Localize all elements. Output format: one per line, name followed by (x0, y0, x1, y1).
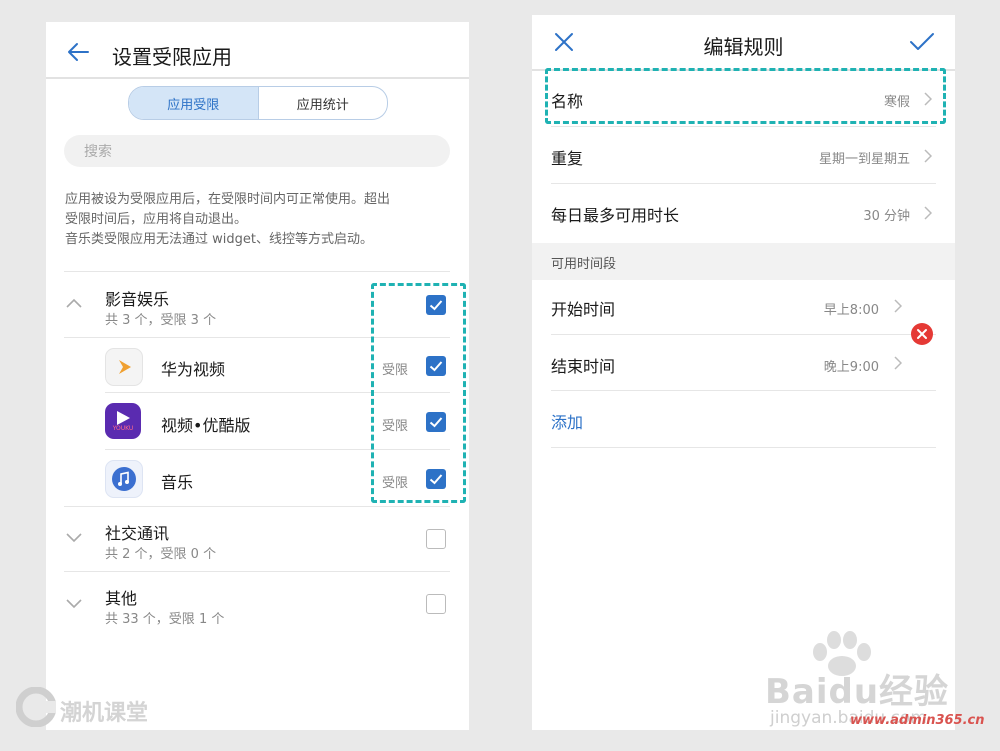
page-title: 编辑规则 (703, 35, 784, 59)
start-time-value: 早上8:00 (823, 303, 879, 318)
tab-switch: 应用受限 应用统计 (128, 86, 388, 120)
chevron-down-icon[interactable] (66, 599, 82, 609)
description-line-2: 受限时间后，应用将自动退出。 (65, 212, 248, 227)
chevron-down-icon[interactable] (66, 533, 82, 543)
divider (551, 390, 936, 391)
tab-app-limit[interactable]: 应用受限 (129, 87, 259, 119)
description-line-3: 音乐类受限应用无法通过 widget、线控等方式启动。 (65, 232, 373, 247)
confirm-check-icon[interactable] (909, 32, 935, 52)
header-divider (46, 77, 469, 79)
section-title: 可用时间段 (551, 257, 617, 272)
tab-app-stats[interactable]: 应用统计 (259, 87, 388, 119)
group-title-media: 影音娱乐 (105, 290, 170, 309)
group-summary-social: 共 2 个，受限 0 个 (105, 547, 217, 562)
search-input[interactable]: 搜索 (64, 135, 450, 167)
right-screen: 编辑规则 名称 寒假 重复 星期一到星期五 每日最多可用时长 30 分钟 可用时… (532, 15, 955, 730)
end-time-value: 晚上9:00 (823, 360, 879, 375)
app-name-huawei-video: 华为视频 (161, 360, 226, 379)
back-arrow-icon[interactable] (66, 42, 90, 62)
chevron-right-icon (924, 206, 932, 220)
add-period-button[interactable]: 添加 (551, 409, 583, 433)
group-title-social: 社交通讯 (105, 524, 170, 543)
youku-icon: YOUKU (105, 403, 141, 439)
max-duration-value: 30 分钟 (863, 209, 910, 224)
music-icon (105, 460, 143, 498)
brand-logo-icon (16, 687, 56, 727)
highlight-name-row (545, 68, 946, 124)
brand-text: 潮机课堂 (60, 701, 149, 726)
delete-period-icon[interactable] (910, 322, 934, 346)
youku-badge: YOUKU (112, 425, 134, 432)
repeat-value: 星期一到星期五 (818, 152, 910, 167)
app-name-youku: 视频•优酷版 (161, 416, 251, 435)
site-watermark: www.admin365.cn (850, 713, 985, 728)
left-screen: 设置受限应用 应用受限 应用统计 搜索 应用被设为受限应用后，在受限时间内可正常… (46, 22, 469, 730)
divider (64, 506, 450, 507)
end-time-label: 结束时间 (551, 357, 616, 376)
max-duration-label: 每日最多可用时长 (551, 206, 680, 225)
repeat-label: 重复 (551, 149, 584, 168)
divider (64, 571, 450, 572)
group-checkbox-social[interactable] (426, 529, 446, 549)
time-period-section: 可用时间段 (532, 243, 955, 280)
chevron-right-icon (894, 299, 902, 313)
start-time-label: 开始时间 (551, 300, 616, 319)
group-summary-other: 共 33 个，受限 1 个 (105, 612, 225, 627)
highlight-checkboxes (371, 283, 466, 503)
huawei-video-icon (105, 348, 143, 386)
chevron-up-icon[interactable] (66, 298, 82, 308)
baidu-watermark: Baidu经验 (765, 672, 950, 712)
page-title: 设置受限应用 (112, 45, 232, 69)
divider (551, 447, 936, 448)
divider (64, 271, 450, 272)
description-line-1: 应用被设为受限应用后，在受限时间内可正常使用。超出 (65, 192, 391, 207)
chevron-right-icon (894, 356, 902, 370)
app-name-music: 音乐 (161, 473, 194, 492)
group-checkbox-other[interactable] (426, 594, 446, 614)
group-title-other: 其他 (105, 589, 138, 608)
group-summary-media: 共 3 个，受限 3 个 (105, 313, 217, 328)
chevron-right-icon (924, 149, 932, 163)
